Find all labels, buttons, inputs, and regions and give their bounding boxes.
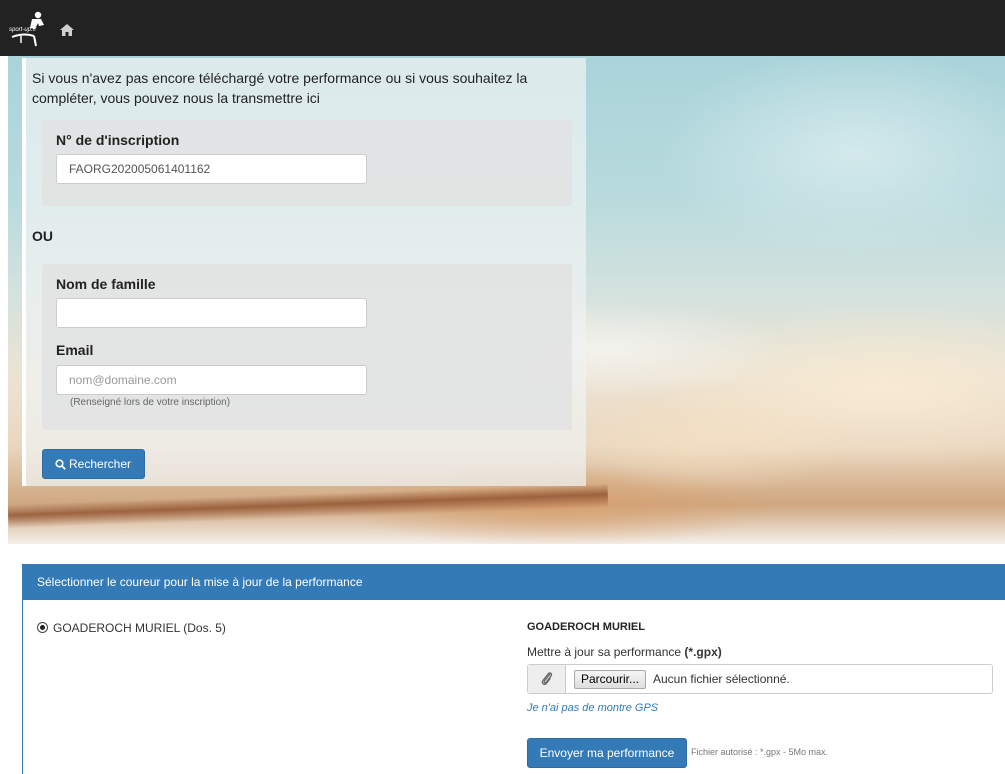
form-intro-text: Si vous n'avez pas encore téléchargé vot… — [32, 70, 528, 106]
lastname-input[interactable] — [56, 298, 367, 328]
update-label-ext: (*.gpx) — [684, 645, 722, 659]
search-icon — [55, 459, 66, 470]
hero-cloud-streak — [8, 483, 609, 529]
hero-banner: Si vous n'avez pas encore téléchargé vot… — [8, 56, 1005, 544]
or-label: OU — [32, 228, 53, 244]
performance-form-panel: Si vous n'avez pas encore téléchargé vot… — [22, 58, 586, 486]
email-input[interactable] — [56, 365, 367, 395]
paperclip-icon — [528, 665, 566, 693]
runner-option[interactable]: GOADEROCH MURIEL (Dos. 5) — [37, 621, 226, 635]
email-hint: (Renseigné lors de votre inscription) — [70, 397, 231, 408]
lastname-label: Nom de famille — [56, 276, 156, 292]
selected-runner-name: GOADEROCH MURIEL — [527, 621, 645, 633]
runner-radio[interactable] — [37, 622, 48, 633]
inscription-number-input[interactable] — [56, 154, 367, 184]
update-label-text: Mettre à jour sa performance — [527, 645, 685, 659]
top-navbar: sport-up.fr — [0, 0, 1005, 56]
runner-selection-card: Sélectionner le coureur pour la mise à j… — [22, 564, 1005, 774]
inscription-well: N° de d'inscription — [42, 120, 572, 206]
search-button-label: Rechercher — [69, 457, 132, 471]
no-gps-link[interactable]: Je n'ai pas de montre GPS — [527, 702, 658, 714]
inscription-label: N° de d'inscription — [56, 132, 180, 148]
no-file-text: Aucun fichier sélectionné. — [653, 672, 790, 686]
email-label: Email — [56, 342, 94, 358]
name-email-well: Nom de famille Email (Renseigné lors de … — [42, 264, 572, 430]
search-button[interactable]: Rechercher — [42, 449, 145, 479]
home-icon[interactable] — [60, 24, 74, 36]
update-performance-label: Mettre à jour sa performance (*.gpx) — [527, 645, 722, 659]
runner-card-header: Sélectionner le coureur pour la mise à j… — [23, 565, 1005, 600]
logo[interactable]: sport-up.fr — [8, 10, 56, 48]
browse-button[interactable]: Parcourir... — [574, 670, 647, 689]
send-performance-button[interactable]: Envoyer ma performance — [527, 738, 687, 768]
runner-option-label: GOADEROCH MURIEL (Dos. 5) — [53, 621, 226, 635]
allowed-file-text: Fichier autorisé : *.gpx - 5Mo max. — [691, 747, 829, 757]
file-upload-group: Parcourir... Aucun fichier sélectionné. — [527, 664, 993, 694]
